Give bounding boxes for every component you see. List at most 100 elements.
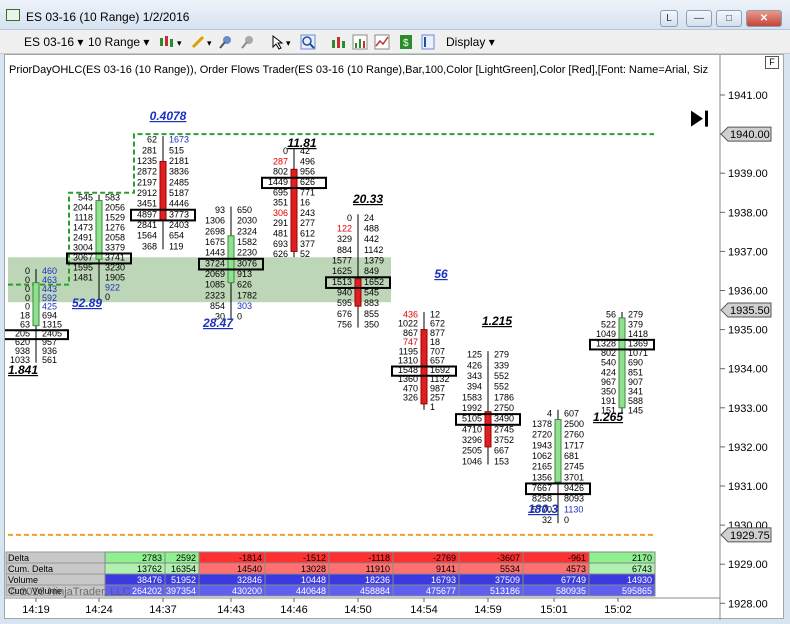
footprint-bid: 1513 bbox=[332, 277, 352, 287]
close-button[interactable]: ✕ bbox=[746, 10, 782, 27]
footprint-bid: 1943 bbox=[532, 440, 552, 450]
f-button[interactable]: F bbox=[765, 56, 779, 69]
footprint-ask: 583 bbox=[105, 193, 120, 203]
footprint-ask: 488 bbox=[364, 223, 379, 233]
footprint-bid: 3296 bbox=[462, 435, 482, 445]
table-cell-value: 4573 bbox=[566, 564, 586, 574]
footprint-ask: 855 bbox=[364, 309, 379, 319]
footprint-bid: 287 bbox=[273, 156, 288, 166]
price-label: 1934.00 bbox=[728, 364, 768, 376]
footprint-ask: 922 bbox=[105, 282, 120, 292]
footprint-ask: 16 bbox=[300, 198, 310, 208]
table-cell-value: 458884 bbox=[360, 586, 390, 596]
strategy-icon[interactable]: $ bbox=[398, 34, 414, 50]
footprint-ask: 0 bbox=[237, 312, 242, 322]
footprint-ask: 588 bbox=[628, 396, 643, 406]
help-button[interactable]: L bbox=[660, 10, 678, 27]
current-price-badge-text: 1935.50 bbox=[730, 305, 770, 317]
footprint-bid: 2491 bbox=[73, 233, 93, 243]
footprint-bid: 967 bbox=[601, 377, 616, 387]
footprint-ask: 690 bbox=[628, 358, 643, 368]
window-title: ES 03-16 (10 Range) 1/2/2016 bbox=[26, 10, 190, 24]
footprint-bid: 854 bbox=[210, 301, 225, 311]
bar-chart-icon[interactable] bbox=[330, 34, 346, 50]
footprint-bid: 343 bbox=[467, 371, 482, 381]
properties-icon[interactable] bbox=[420, 34, 436, 50]
footprint-ask: 956 bbox=[300, 167, 315, 177]
footprint-ask: 3752 bbox=[494, 435, 514, 445]
period-selector[interactable]: 10 Range ▾ bbox=[88, 34, 149, 50]
table-cell-value: 14930 bbox=[627, 575, 652, 585]
footprint-ask: 4446 bbox=[169, 199, 189, 209]
footprint-bid: 4897 bbox=[137, 209, 157, 219]
time-label: 14:37 bbox=[149, 604, 177, 616]
footprint-ask: 1142 bbox=[364, 245, 383, 255]
footprint-bid: 424 bbox=[601, 367, 616, 377]
bar-delta-label: 1.841 bbox=[8, 363, 38, 377]
time-label: 14:50 bbox=[344, 604, 372, 616]
minimize-button[interactable]: — bbox=[686, 10, 712, 27]
footprint-ask: 2500 bbox=[564, 419, 584, 429]
footprint-ask: 1905 bbox=[105, 272, 125, 282]
table-cell-value: 475677 bbox=[426, 586, 456, 596]
footprint-ask: 851 bbox=[628, 367, 643, 377]
pin-icon[interactable] bbox=[218, 34, 234, 50]
footprint-bid: 1583 bbox=[462, 392, 482, 402]
period-label: 10 Range bbox=[88, 35, 141, 49]
bar-delta-label: 52.89 bbox=[72, 296, 102, 310]
candle-body bbox=[95, 200, 103, 260]
table-cell-value: 67749 bbox=[561, 575, 586, 585]
footprint-bid: 756 bbox=[337, 319, 352, 329]
maximize-button[interactable]: □ bbox=[716, 10, 742, 27]
chart-style-icon[interactable]: ▾ bbox=[158, 34, 186, 50]
price-label: 1938.00 bbox=[728, 207, 768, 219]
price-label: 1933.00 bbox=[728, 403, 768, 415]
footprint-bid: 3724 bbox=[205, 258, 225, 268]
footprint-ask: 3379 bbox=[105, 242, 125, 252]
footprint-ask: 377 bbox=[300, 239, 315, 249]
footprint-ask: 849 bbox=[364, 266, 379, 276]
footprint-bid: 1625 bbox=[332, 266, 352, 276]
footprint-bid: 1085 bbox=[205, 280, 225, 290]
drawing-tool-icon[interactable]: ▾ bbox=[190, 34, 216, 50]
zoom-icon[interactable] bbox=[300, 34, 316, 50]
indicators-icon[interactable] bbox=[352, 34, 368, 50]
footprint-ask: 545 bbox=[364, 287, 379, 297]
price-label: 1929.00 bbox=[728, 559, 768, 571]
display-menu[interactable]: Display ▾ bbox=[446, 34, 495, 50]
footprint-bid: 1992 bbox=[462, 403, 482, 413]
footprint-ask: 2056 bbox=[105, 203, 125, 213]
unpin-icon[interactable] bbox=[240, 34, 256, 50]
footprint-ask: 561 bbox=[42, 355, 57, 365]
footprint-bid: 1443 bbox=[205, 248, 225, 258]
footprint-bid: 676 bbox=[337, 309, 352, 319]
chart-panel[interactable]: PriorDayOHLC(ES 03-16 (10 Range)), Order… bbox=[3, 54, 784, 620]
footprint-ask: 2030 bbox=[237, 216, 257, 226]
time-label: 14:46 bbox=[280, 604, 308, 616]
table-cell-value: 2592 bbox=[176, 553, 196, 563]
footprint-ask: 279 bbox=[494, 350, 509, 360]
cursor-icon[interactable]: ▾ bbox=[270, 34, 296, 50]
watermark: © 2016 NinjaTrader, LLC bbox=[9, 586, 130, 598]
footprint-bid: 281 bbox=[142, 145, 157, 155]
indicator-text: PriorDayOHLC(ES 03-16 (10 Range)), Order… bbox=[9, 64, 708, 76]
footprint-bid: 7667 bbox=[532, 483, 552, 493]
line-chart-icon[interactable] bbox=[374, 34, 390, 50]
footprint-bid: 351 bbox=[273, 198, 288, 208]
footprint-ask: 2324 bbox=[237, 226, 257, 236]
table-cell-value: -1814 bbox=[239, 553, 262, 563]
footprint-bid: 1118 bbox=[74, 213, 93, 223]
table-cell-value: -2769 bbox=[433, 553, 456, 563]
time-label: 14:54 bbox=[410, 604, 438, 616]
candle-body bbox=[484, 411, 492, 448]
instrument-selector[interactable]: ES 03-16 ▾ bbox=[24, 34, 83, 50]
footprint-ask: 1786 bbox=[494, 392, 514, 402]
footprint-ask: 2745 bbox=[564, 462, 584, 472]
price-label: 1941.00 bbox=[728, 90, 768, 102]
footprint-bid: 1473 bbox=[73, 223, 93, 233]
footprint-bid: 368 bbox=[142, 241, 157, 251]
footprint-ask: 1379 bbox=[364, 255, 384, 265]
footprint-ask: 2230 bbox=[237, 248, 257, 258]
footprint-ask: 496 bbox=[300, 156, 315, 166]
title-bar: ES 03-16 (10 Range) 1/2/2016 L — □ ✕ bbox=[0, 0, 790, 30]
